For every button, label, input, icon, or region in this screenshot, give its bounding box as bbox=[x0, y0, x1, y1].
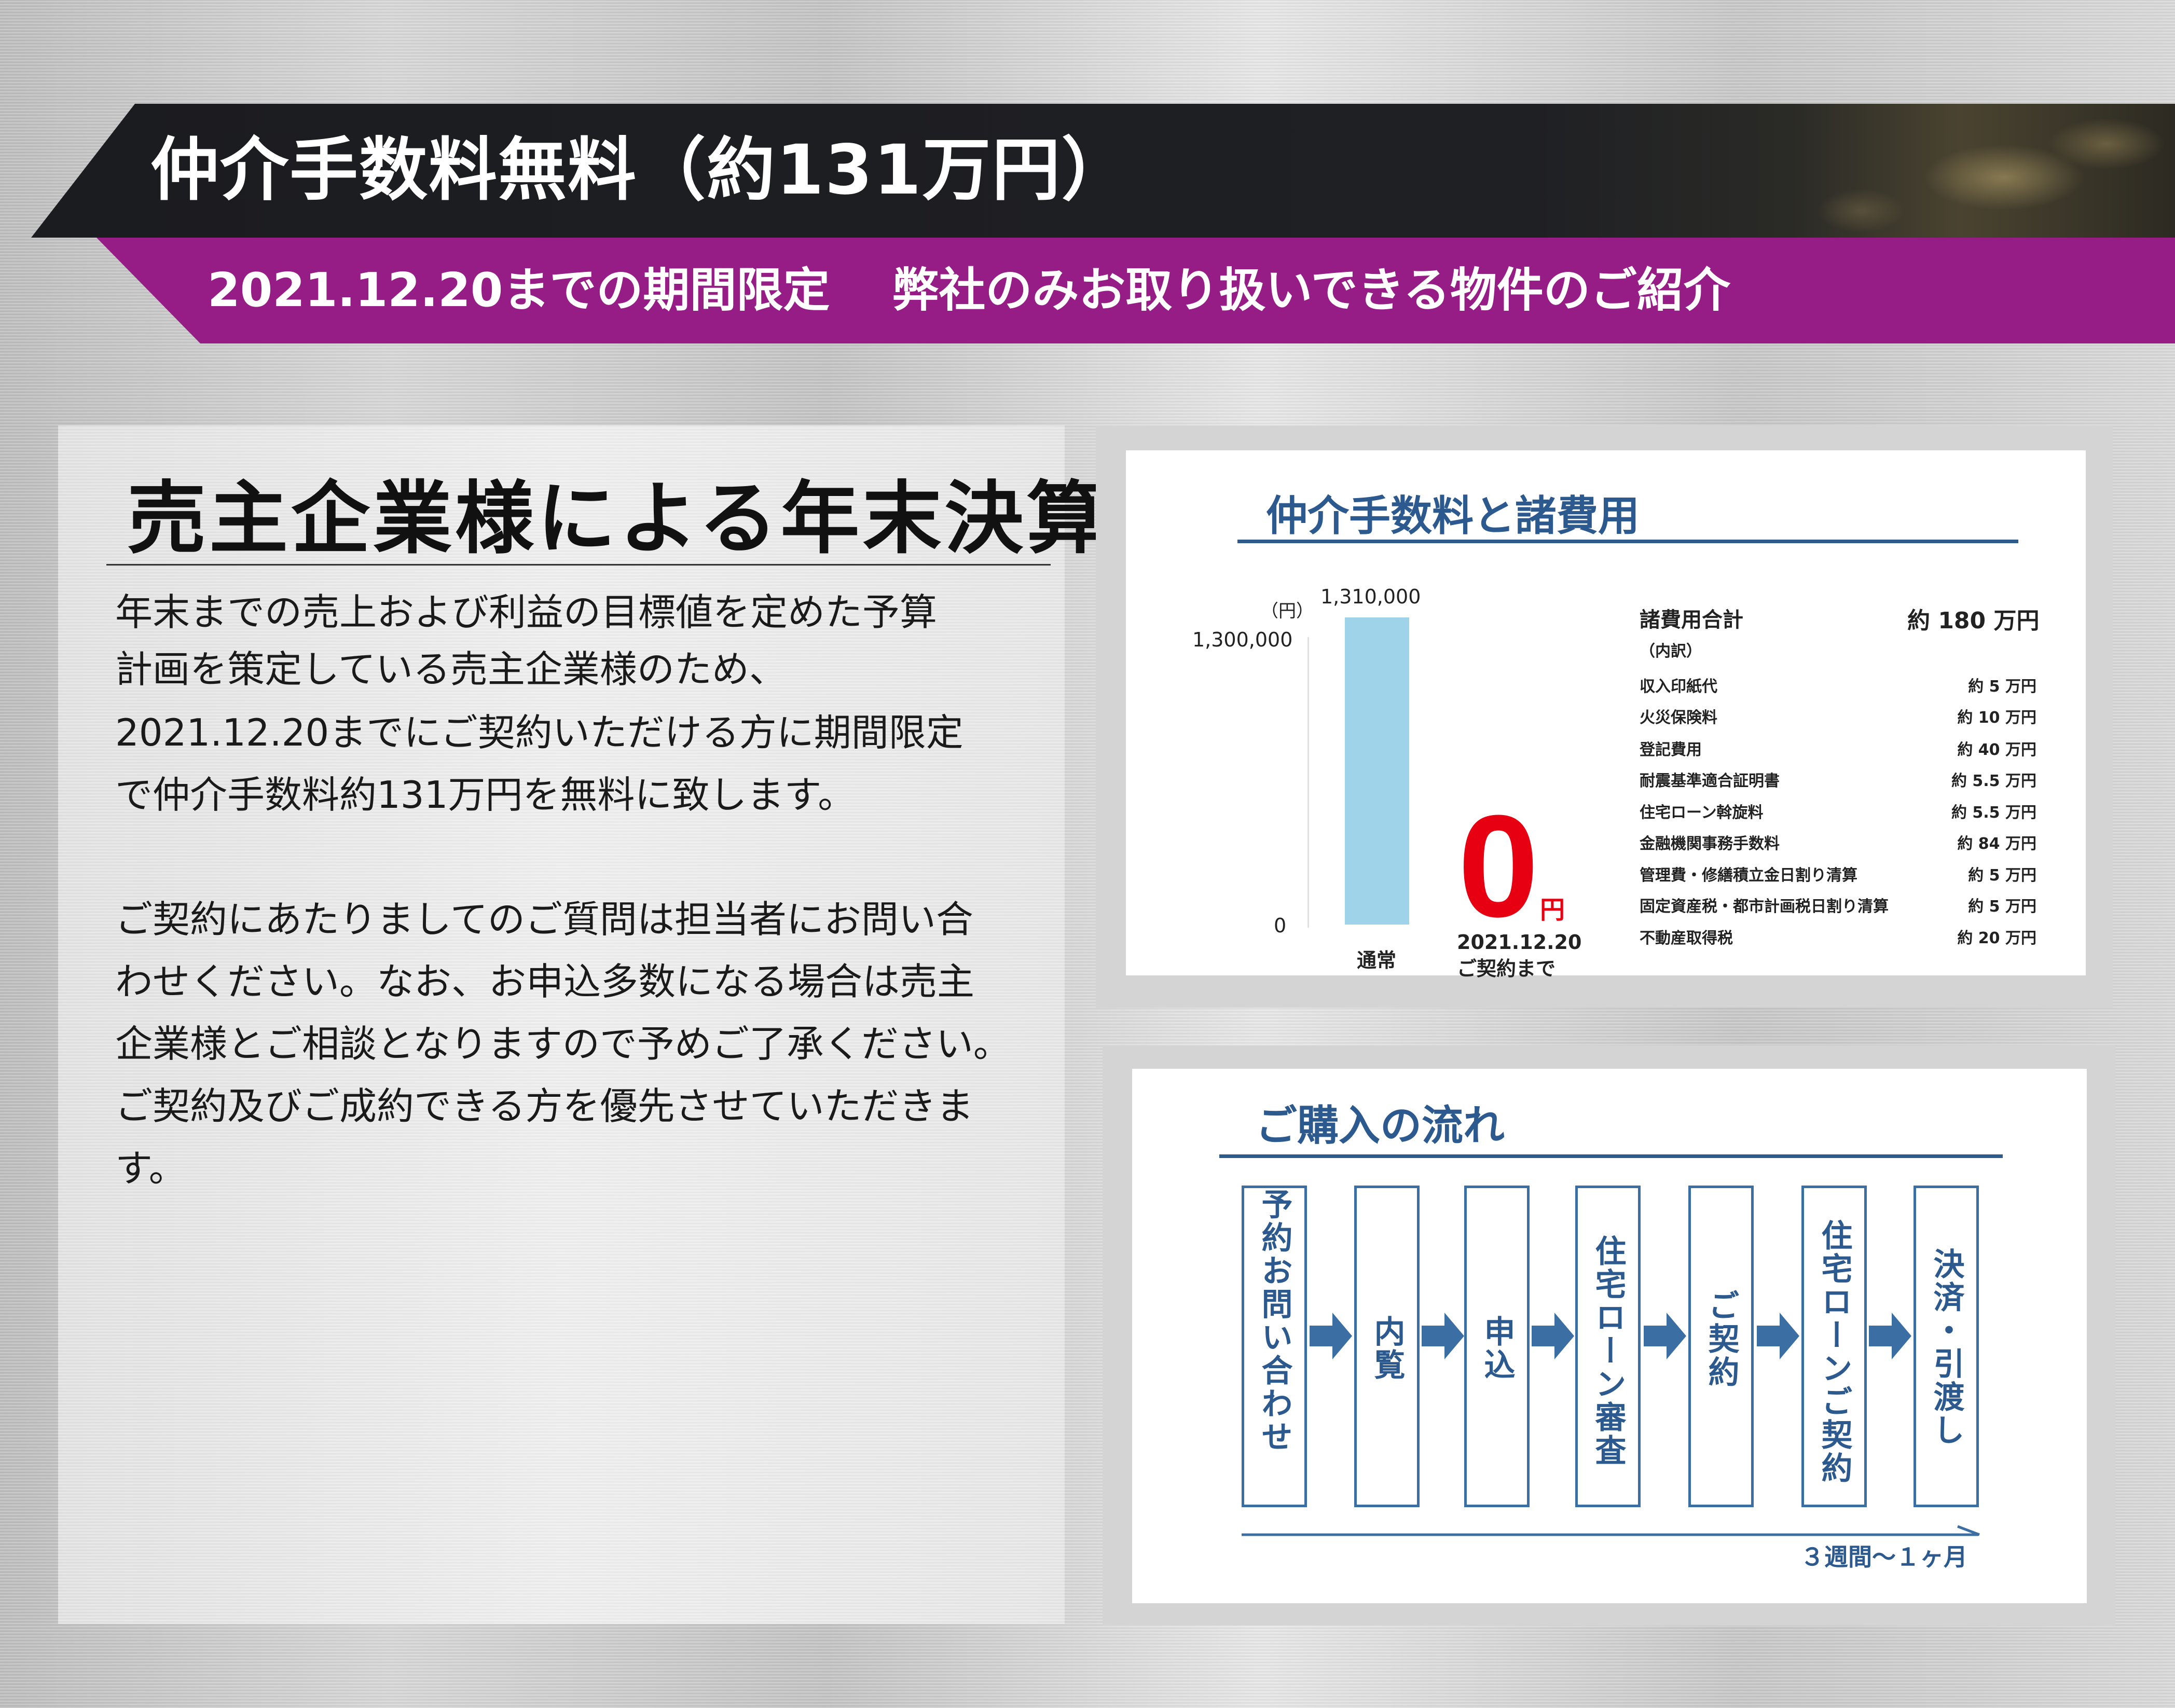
flow-arrow-icon bbox=[1757, 1313, 1799, 1359]
paragraph1-line: 2021.12.20までにご契約いただける方に期間限定 bbox=[115, 711, 963, 754]
paragraph2-line: す。 bbox=[115, 1147, 186, 1190]
zero-yen-unit: 円 bbox=[1540, 896, 1565, 925]
subtitle-period: 2021.12.20までの期間限定 bbox=[208, 263, 830, 318]
flow-step-inquiry: 予約お問い合わせ bbox=[1242, 1186, 1307, 1507]
total-value: 約 180 万円 bbox=[1907, 608, 2040, 634]
left-heading: 売主企業様による年末決算 bbox=[127, 473, 1109, 564]
paragraph2-line: わせください。なお、お申込多数になる場合は売主 bbox=[115, 960, 975, 1003]
fee-item: 金融機関事務手数料約 84 万円 bbox=[1640, 835, 2036, 853]
paragraph1-line: 計画を策定している売主企業様のため、 bbox=[115, 648, 787, 691]
fee-item: 収入印紙代約 5 万円 bbox=[1640, 678, 2036, 696]
subtitle-offer: 弊社のみお取り扱いできる物件のご紹介 bbox=[892, 263, 1730, 318]
left-heading-rule bbox=[106, 564, 1051, 566]
fee-item: 不動産取得税約 20 万円 bbox=[1640, 929, 2036, 947]
fee-item: 耐震基準適合証明書約 5.5 万円 bbox=[1640, 772, 2036, 790]
fee-item: 登記費用約 40 万円 bbox=[1640, 741, 2036, 759]
fee-item: 管理費・修繕積立金日割り清算約 5 万円 bbox=[1640, 866, 2036, 885]
flow-arrow-icon bbox=[1869, 1313, 1911, 1359]
duration-label: ３週間〜１ヶ月 bbox=[1800, 1543, 1967, 1571]
chart-y-top-label: 1,300,000 bbox=[1192, 628, 1293, 651]
total-label: 諸費用合計 bbox=[1640, 608, 1743, 632]
flow-heading: ご購入の流れ bbox=[1256, 1101, 1505, 1150]
flow-step-contract: ご契約 bbox=[1688, 1186, 1754, 1507]
page-title: 仲介手数料無料（約131万円） bbox=[150, 130, 1131, 210]
fees-heading-rule bbox=[1237, 540, 2018, 543]
flow-arrow-icon bbox=[1310, 1313, 1352, 1359]
bar-normal bbox=[1345, 617, 1409, 925]
bar1-label: 通常 bbox=[1357, 949, 1397, 972]
gold-texture bbox=[1604, 104, 2175, 238]
chart-y-zero-label: 0 bbox=[1274, 914, 1287, 937]
zero-yen-value: 0 bbox=[1458, 786, 1539, 947]
flow-step-loan-contract: 住宅ローンご契約 bbox=[1801, 1186, 1867, 1507]
fee-item: 住宅ローン斡旋料約 5.5 万円 bbox=[1640, 804, 2036, 822]
paragraph1-line: 年末までの売上および利益の目標値を定めた予算 bbox=[115, 590, 938, 634]
paragraph2-line: ご契約にあたりましてのご質問は担当者にお問い合 bbox=[115, 898, 973, 941]
flow-heading-rule bbox=[1219, 1154, 2003, 1158]
paragraph1-line: で仲介手数料約131万円を無料に致します。 bbox=[115, 773, 856, 817]
fee-item: 火災保険料約 10 万円 bbox=[1640, 709, 2036, 727]
flow-arrow-icon bbox=[1532, 1313, 1574, 1359]
fee-item: 固定資産税・都市計画税日割り清算約 5 万円 bbox=[1640, 898, 2036, 916]
flow-step-loan-review: 住宅ローン審査 bbox=[1575, 1186, 1641, 1507]
bar2-label-date: 2021.12.20 bbox=[1457, 931, 1582, 954]
paragraph2-line: ご契約及びご成約できる方を優先させていただきま bbox=[115, 1084, 974, 1128]
flow-step-application: 申込 bbox=[1464, 1186, 1530, 1507]
bar1-value-label: 1,310,000 bbox=[1320, 585, 1421, 608]
subtitle: 2021.12.20までの期間限定 弊社のみお取り扱いできる物件のご紹介 bbox=[208, 238, 1730, 343]
fee-item-list: 収入印紙代約 5 万円 火災保険料約 10 万円 登記費用約 40 万円 耐震基… bbox=[1637, 658, 2036, 948]
flow-step-viewing: 内覧 bbox=[1354, 1186, 1420, 1507]
flow-arrow-icon bbox=[1422, 1313, 1464, 1359]
chart-y-axis bbox=[1307, 637, 1309, 928]
flow-arrow-icon bbox=[1644, 1313, 1686, 1359]
bar2-label-text: ご契約まで bbox=[1457, 957, 1556, 980]
chart-unit: （円） bbox=[1261, 601, 1314, 622]
fees-heading: 仲介手数料と諸費用 bbox=[1266, 492, 1640, 540]
flow-step-settlement: 決済・引渡し bbox=[1914, 1186, 1979, 1507]
paragraph2-line: 企業様とご相談となりますので予めご了承ください。 bbox=[115, 1022, 1011, 1066]
